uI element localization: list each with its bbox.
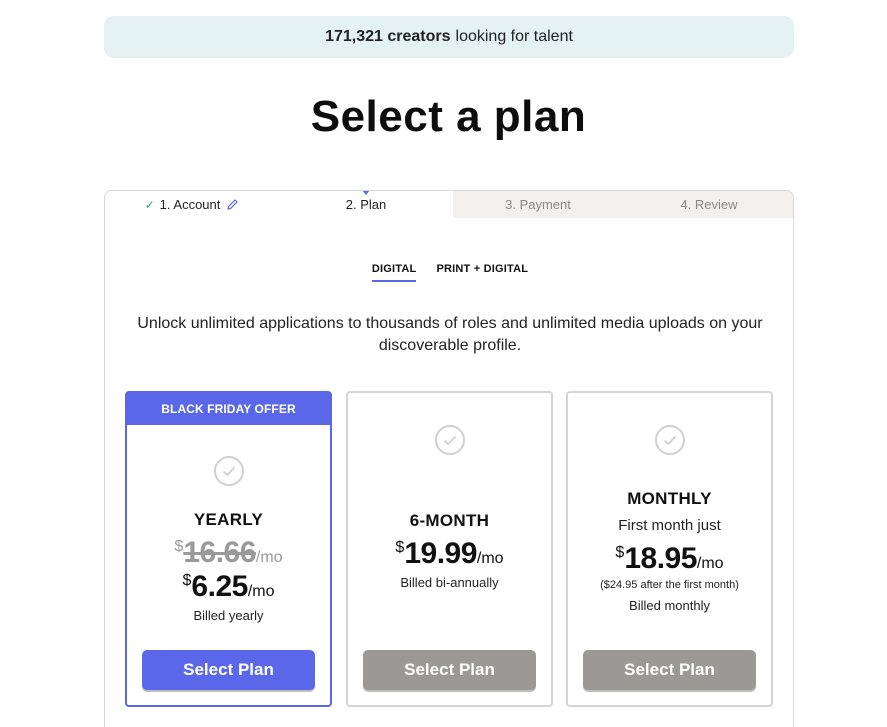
page-title: Select a plan — [310, 92, 587, 141]
billing-text: Billed yearly — [193, 608, 264, 623]
select-plan-button[interactable]: Select Plan — [583, 650, 756, 690]
step-payment-label: 3. Payment — [505, 197, 571, 212]
original-price-amount: 16.66 — [183, 536, 256, 569]
check-icon: ✓ — [144, 197, 155, 212]
step-account-label: 1. Account — [159, 197, 221, 212]
step-review: 4. Review — [623, 191, 793, 218]
plan-description: Unlock unlimited applications to thousan… — [137, 315, 763, 354]
price-note: ($24.95 after the first month) — [600, 579, 739, 591]
currency-symbol: $ — [182, 572, 192, 589]
price-period: /mo — [247, 583, 275, 600]
original-price: $ 16.66 /mo — [127, 536, 330, 570]
plan-type-tabs: DIGITAL PRINT + DIGITAL — [105, 263, 793, 282]
price-period: /mo — [476, 550, 504, 567]
currency-symbol: $ — [615, 544, 625, 561]
step-plan: 2. Plan — [279, 191, 453, 218]
circle-check-icon[interactable] — [434, 425, 465, 455]
currency-symbol: $ — [174, 538, 184, 555]
circle-check-icon[interactable] — [213, 456, 244, 486]
creators-count: 171,321 creators — [325, 28, 451, 45]
plan-name: 6-MONTH — [409, 511, 490, 530]
pencil-icon[interactable] — [226, 198, 239, 211]
step-payment: 3. Payment — [453, 191, 623, 218]
current-step-marker — [362, 191, 370, 195]
price-amount: 18.95 — [624, 542, 697, 575]
select-plan-button[interactable]: Select Plan — [142, 650, 315, 690]
price-amount: 6.25 — [191, 570, 248, 603]
currency-symbol: $ — [395, 539, 405, 556]
plan-card-6-month[interactable]: 6-MONTH $ 19.99 /mo Billed bi-annually S… — [346, 391, 553, 707]
price-amount: 19.99 — [404, 537, 477, 570]
tab-digital[interactable]: DIGITAL — [371, 263, 417, 282]
progress-steps: ✓ 1. Account 2. Plan 3. Payment 4. Revie… — [105, 191, 793, 218]
price: $ 6.25 /mo — [127, 570, 330, 604]
offer-badge: BLACK FRIDAY OFFER — [127, 393, 330, 425]
price-period: /mo — [255, 549, 283, 566]
creators-banner: 171,321 creators looking for talent — [104, 16, 794, 58]
plan-card-yearly[interactable]: BLACK FRIDAY OFFER YEARLY $ 16.66 /mo $ … — [125, 391, 332, 707]
plan-name: YEARLY — [193, 510, 264, 529]
price: $ 18.95 /mo — [568, 542, 771, 576]
step-review-label: 4. Review — [680, 197, 738, 212]
billing-text: Billed monthly — [629, 598, 710, 613]
circle-check-icon[interactable] — [654, 425, 685, 455]
plan-panel: ✓ 1. Account 2. Plan 3. Payment 4. Revie… — [104, 190, 794, 727]
plan-intro: First month just — [618, 517, 721, 534]
creators-text: looking for talent — [455, 28, 573, 45]
select-plan-button[interactable]: Select Plan — [363, 650, 536, 690]
step-plan-label: 2. Plan — [345, 197, 387, 212]
tab-print-digital[interactable]: PRINT + DIGITAL — [436, 263, 528, 282]
billing-text: Billed bi-annually — [400, 575, 499, 590]
price: $ 19.99 /mo — [348, 537, 551, 571]
step-account[interactable]: ✓ 1. Account — [105, 191, 279, 218]
price-period: /mo — [696, 555, 724, 572]
plan-card-monthly[interactable]: MONTHLY First month just $ 18.95 /mo ($2… — [566, 391, 773, 707]
plan-name: MONTHLY — [627, 489, 712, 508]
